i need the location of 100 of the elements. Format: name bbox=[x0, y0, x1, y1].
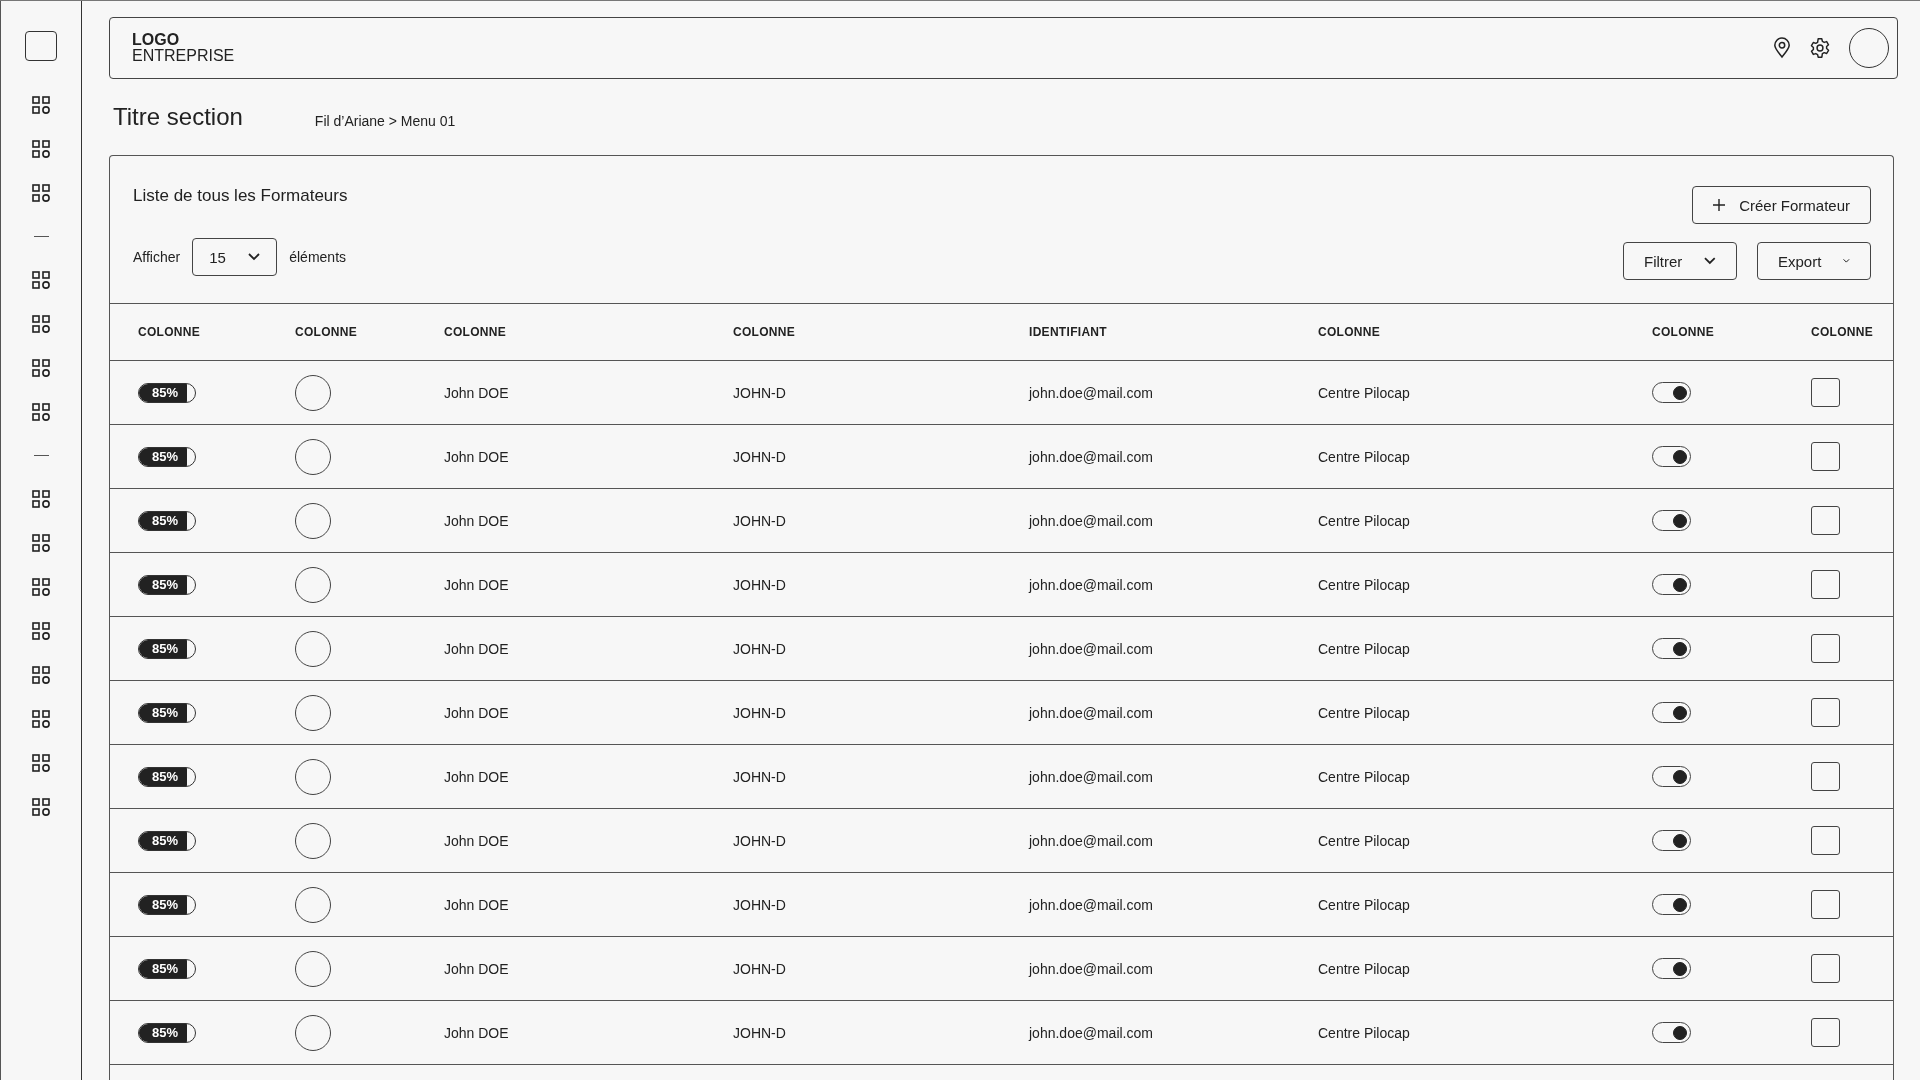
chevron-down-icon bbox=[1704, 257, 1716, 265]
table-cell: John DOE bbox=[444, 896, 509, 913]
column-header: COLONNE bbox=[1652, 325, 1716, 339]
progress-label: 85% bbox=[151, 959, 180, 977]
create-button[interactable]: Créer Formateur bbox=[1692, 186, 1871, 224]
table-cell: Centre Pilocap bbox=[1318, 832, 1410, 849]
show-suffix: éléments bbox=[289, 249, 347, 265]
show-label: Afficher bbox=[133, 249, 181, 265]
table-cell: John DOE bbox=[444, 448, 509, 465]
column-header: COLONNE bbox=[138, 325, 202, 339]
checkbox[interactable] bbox=[1811, 506, 1840, 535]
chevron-down-icon bbox=[248, 253, 261, 261]
table-cell: John DOE bbox=[444, 704, 509, 721]
table-cell: Centre Pilocap bbox=[1318, 512, 1410, 529]
table-cell: john.doe@mail.com bbox=[1029, 576, 1153, 593]
column-header: COLONNE bbox=[295, 325, 359, 339]
table-cell: Centre Pilocap bbox=[1318, 768, 1410, 785]
progress-label: 85% bbox=[151, 447, 180, 465]
grid-icon[interactable] bbox=[32, 140, 50, 158]
table-cell: john.doe@mail.com bbox=[1029, 448, 1153, 465]
table-cell: John DOE bbox=[444, 1024, 509, 1041]
table-cell: john.doe@mail.com bbox=[1029, 384, 1153, 401]
grid-icon[interactable] bbox=[32, 754, 50, 772]
table-cell: john.doe@mail.com bbox=[1029, 640, 1153, 657]
table-cell: Centre Pilocap bbox=[1318, 576, 1410, 593]
grid-icon[interactable] bbox=[32, 96, 50, 114]
table-cell: John DOE bbox=[444, 576, 509, 593]
progress-label: 85% bbox=[151, 895, 180, 913]
checkbox[interactable] bbox=[1811, 954, 1840, 983]
table-cell: Centre Pilocap bbox=[1318, 1024, 1410, 1041]
grid-icon[interactable] bbox=[32, 578, 50, 596]
column-header: COLONNE bbox=[1811, 325, 1875, 339]
export-button[interactable]: Export bbox=[1757, 242, 1871, 280]
progress-label: 85% bbox=[151, 767, 180, 785]
column-header: IDENTIFIANT bbox=[1029, 325, 1108, 339]
progress-label: 85% bbox=[151, 831, 180, 849]
plus-icon bbox=[1713, 199, 1726, 211]
grid-icon[interactable] bbox=[32, 359, 50, 377]
page-size-dropdown[interactable]: 15 bbox=[192, 238, 278, 276]
checkbox[interactable] bbox=[1811, 378, 1840, 407]
logo-placeholder[interactable] bbox=[25, 31, 57, 61]
table-cell: John DOE bbox=[444, 640, 509, 657]
table-cell: john.doe@mail.com bbox=[1029, 960, 1153, 977]
table-cell: john.doe@mail.com bbox=[1029, 512, 1153, 529]
table-cell: John DOE bbox=[444, 960, 509, 977]
table-cell: john.doe@mail.com bbox=[1029, 768, 1153, 785]
chevron-down-icon bbox=[1843, 257, 1850, 265]
filter-button[interactable]: Filtrer bbox=[1623, 242, 1737, 280]
checkbox[interactable] bbox=[1811, 442, 1840, 471]
checkbox[interactable] bbox=[1811, 570, 1840, 599]
table-cell: John DOE bbox=[444, 384, 509, 401]
table-cell: JOHN-D bbox=[733, 640, 786, 657]
column-header: COLONNE bbox=[444, 325, 508, 339]
progress-label: 85% bbox=[151, 575, 180, 593]
checkbox[interactable] bbox=[1811, 634, 1840, 663]
grid-icon[interactable] bbox=[32, 622, 50, 640]
table-cell: JOHN-D bbox=[733, 1024, 786, 1041]
table-cell: JOHN-D bbox=[733, 960, 786, 977]
grid-icon[interactable] bbox=[32, 490, 50, 508]
settings-icon[interactable] bbox=[1809, 37, 1831, 59]
grid-icon[interactable] bbox=[32, 534, 50, 552]
table-cell: JOHN-D bbox=[733, 896, 786, 913]
checkbox[interactable] bbox=[1811, 698, 1840, 727]
table-cell: JOHN-D bbox=[733, 512, 786, 529]
page-title: Titre section bbox=[113, 103, 243, 131]
table-cell: JOHN-D bbox=[733, 832, 786, 849]
breadcrumb: Fil d’Ariane > Menu 01 bbox=[314, 112, 456, 129]
grid-icon[interactable] bbox=[32, 710, 50, 728]
table-cell: Centre Pilocap bbox=[1318, 448, 1410, 465]
grid-icon[interactable] bbox=[32, 403, 50, 421]
progress-label: 85% bbox=[151, 703, 180, 721]
company-name: ENTREPRISE bbox=[132, 48, 235, 64]
table-cell: JOHN-D bbox=[733, 768, 786, 785]
checkbox[interactable] bbox=[1811, 1018, 1840, 1047]
checkbox[interactable] bbox=[1811, 890, 1840, 919]
checkbox[interactable] bbox=[1811, 826, 1840, 855]
card-title: Liste de tous les Formateurs bbox=[133, 186, 348, 206]
grid-icon[interactable] bbox=[32, 798, 50, 816]
grid-icon[interactable] bbox=[32, 666, 50, 684]
checkbox[interactable] bbox=[1811, 762, 1840, 791]
table-cell: john.doe@mail.com bbox=[1029, 1024, 1153, 1041]
location-pin-icon[interactable] bbox=[1773, 37, 1791, 59]
table-cell: john.doe@mail.com bbox=[1029, 896, 1153, 913]
column-header: COLONNE bbox=[1318, 325, 1382, 339]
logo-text: LOGO bbox=[132, 32, 181, 48]
progress-label: 85% bbox=[151, 1023, 180, 1041]
progress-label: 85% bbox=[151, 383, 180, 401]
table-cell: JOHN-D bbox=[733, 704, 786, 721]
grid-icon[interactable] bbox=[32, 184, 50, 202]
table-cell: john.doe@mail.com bbox=[1029, 832, 1153, 849]
progress-label: 85% bbox=[151, 639, 180, 657]
table-cell: Centre Pilocap bbox=[1318, 384, 1410, 401]
table-cell: john.doe@mail.com bbox=[1029, 704, 1153, 721]
table-cell: JOHN-D bbox=[733, 576, 786, 593]
table-cell: John DOE bbox=[444, 512, 509, 529]
table-cell: John DOE bbox=[444, 768, 509, 785]
grid-icon[interactable] bbox=[32, 271, 50, 289]
grid-icon[interactable] bbox=[32, 315, 50, 333]
column-header: COLONNE bbox=[733, 325, 797, 339]
progress-label: 85% bbox=[151, 511, 180, 529]
